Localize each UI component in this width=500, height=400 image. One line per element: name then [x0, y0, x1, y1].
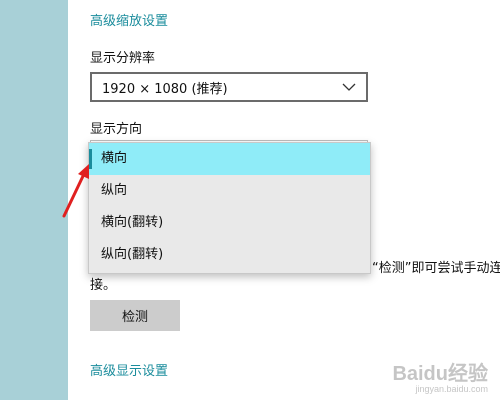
orientation-option-portrait[interactable]: 纵向	[89, 175, 370, 207]
baidu-watermark: Baidu经验 jingyan.baidu.com	[392, 364, 488, 394]
watermark-brand: Baidu经验	[392, 363, 488, 385]
orientation-option-landscape[interactable]: 横向	[89, 143, 370, 175]
watermark-url: jingyan.baidu.com	[415, 384, 488, 394]
resolution-label: 显示分辨率	[90, 51, 156, 66]
advanced-display-link[interactable]: 高级显示设置	[90, 360, 168, 379]
resolution-select[interactable]: 1920 × 1080 (推荐)	[90, 72, 368, 102]
advanced-scaling-link[interactable]: 高级缩放设置	[90, 10, 168, 29]
resolution-value: 1920 × 1080 (推荐)	[102, 81, 228, 97]
red-arrow-annotation	[62, 164, 89, 218]
orientation-dropdown: 横向 纵向 横向(翻转) 纵向(翻转)	[88, 142, 371, 274]
detect-button[interactable]: 检测	[90, 300, 180, 331]
detect-description-end: 接。	[90, 278, 117, 293]
orientation-option-landscape-flipped[interactable]: 横向(翻转)	[89, 207, 370, 239]
orientation-option-portrait-flipped[interactable]: 纵向(翻转)	[89, 239, 370, 271]
detect-description: “检测”即可尝试手动连	[372, 261, 500, 276]
orientation-label: 显示方向	[90, 122, 143, 137]
chevron-down-icon	[342, 83, 356, 91]
